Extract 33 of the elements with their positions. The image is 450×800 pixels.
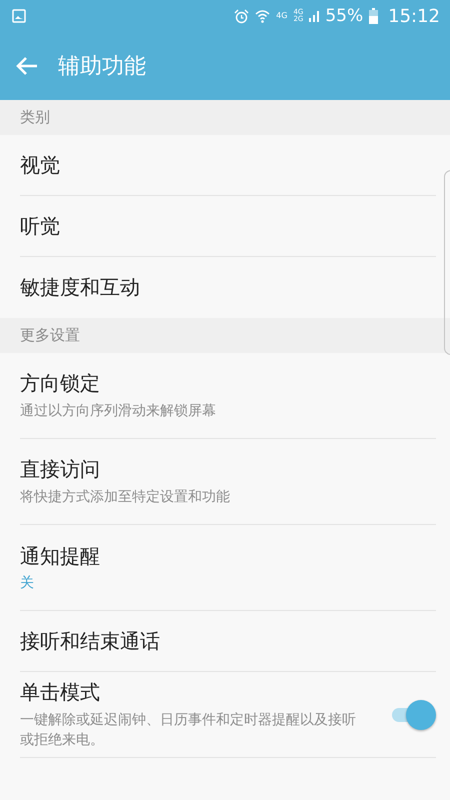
item-description: 一键解除或延迟闹钟、日历事件和定时器提醒以及接听或拒绝来电。 bbox=[20, 710, 357, 750]
settings-item[interactable]: 通知提醒 关 bbox=[20, 525, 436, 611]
item-title: 听觉 bbox=[20, 212, 61, 240]
signal-icon bbox=[309, 9, 320, 23]
screen-title: 辅助功能 bbox=[58, 53, 146, 81]
battery-icon bbox=[369, 8, 378, 24]
item-title: 直接访问 bbox=[20, 456, 101, 483]
wifi-icon bbox=[255, 8, 270, 24]
gallery-icon bbox=[12, 9, 26, 23]
item-title: 单击模式 bbox=[20, 678, 101, 706]
item-value: 关 bbox=[20, 574, 35, 592]
settings-item[interactable]: 听觉 bbox=[20, 196, 436, 257]
alarm-icon bbox=[234, 8, 250, 24]
item-description: 将快捷方式添加至特定设置和功能 bbox=[20, 488, 231, 507]
settings-item[interactable]: 直接访问 将快捷方式添加至特定设置和功能 bbox=[20, 439, 436, 525]
settings-item[interactable]: 敏捷度和互动 bbox=[20, 257, 436, 318]
item-title: 方向锁定 bbox=[20, 370, 101, 397]
item-title: 敏捷度和互动 bbox=[20, 274, 141, 301]
network-label: 4G bbox=[276, 12, 288, 20]
item-title: 通知提醒 bbox=[20, 543, 101, 570]
settings-item[interactable]: 视觉 bbox=[20, 135, 436, 196]
item-description: 通过以方向序列滑动来解锁屏幕 bbox=[20, 402, 217, 421]
item-title: 接听和结束通话 bbox=[20, 628, 161, 654]
section-header: 更多设置 bbox=[0, 318, 450, 353]
toggle-switch[interactable] bbox=[390, 700, 436, 730]
back-button[interactable] bbox=[16, 56, 38, 76]
section-header: 类别 bbox=[0, 100, 450, 135]
settings-item[interactable]: 接听和结束通话 bbox=[20, 611, 436, 672]
settings-item[interactable]: 单击模式 一键解除或延迟闹钟、日历事件和定时器提醒以及接听或拒绝来电。 bbox=[20, 672, 436, 758]
item-title: 视觉 bbox=[20, 152, 61, 178]
settings-item[interactable]: 方向锁定 通过以方向序列滑动来解锁屏幕 bbox=[20, 353, 436, 439]
clock: 15:12 bbox=[388, 6, 440, 26]
battery-percent: 55% bbox=[325, 6, 364, 26]
